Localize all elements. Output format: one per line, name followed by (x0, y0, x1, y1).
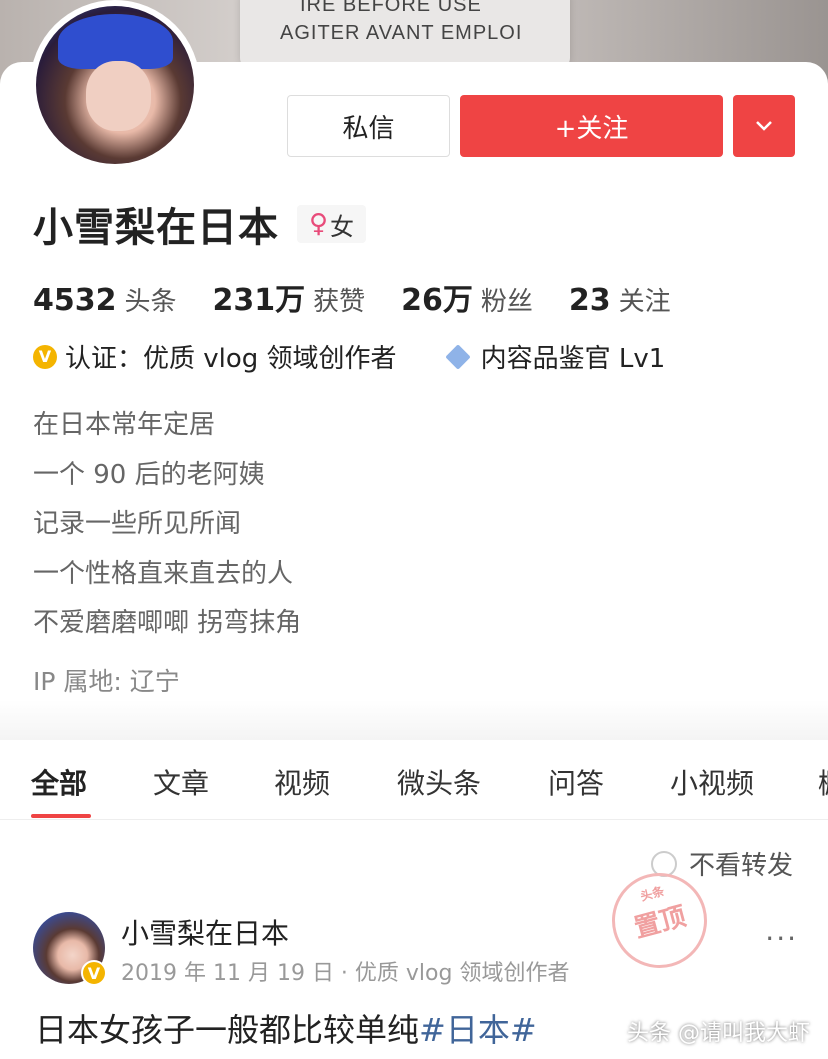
post-more-icon[interactable]: ··· (765, 922, 798, 955)
bio-line: 记录一些所见所闻 (33, 509, 242, 539)
profile-avatar[interactable] (30, 0, 200, 170)
banner-text-line2: AGITER AVANT EMPLOI (280, 22, 523, 44)
chevron-down-icon (756, 121, 772, 131)
stat-followers[interactable]: 26万 粉丝 (401, 275, 533, 319)
stat-following[interactable]: 23 关注 (569, 281, 671, 318)
stat-posts[interactable]: 4532 头条 (33, 281, 177, 318)
stat-label: 头条 (124, 287, 177, 317)
message-button[interactable]: 私信 (287, 95, 450, 157)
profile-bio: 在日本常年定居 一个 90 后的老阿姨 记录一些所见所闻 一个性格直来直去的人 … (33, 405, 301, 653)
stat-label: 粉丝 (480, 287, 533, 317)
ip-location: IP 属地: 辽宁 (33, 667, 180, 696)
tab-short-videos[interactable]: 小视频 (670, 762, 754, 802)
avatar-image (36, 6, 194, 164)
verification-text[interactable]: 认证：优质 vlog 领域创作者 (65, 338, 397, 375)
certifications-row: V 认证：优质 vlog 领域创作者 内容品鉴官 Lv1 (33, 338, 665, 375)
stat-number: 4532 (33, 283, 117, 318)
tab-articles[interactable]: 文章 (153, 762, 209, 802)
verified-icon: V (33, 344, 57, 369)
follow-button[interactable]: +关注 (460, 95, 723, 157)
banner-product-image: IRE BEFORE USE AGITER AVANT EMPLOI (240, 0, 570, 68)
level-text[interactable]: 内容品鉴官 Lv1 (481, 338, 666, 375)
post-author-name[interactable]: 小雪梨在日本 (121, 912, 289, 952)
banner-text-line1: IRE BEFORE USE (300, 0, 482, 16)
avatar-face (86, 61, 151, 131)
section-divider (0, 700, 828, 740)
gender-label: 女 (330, 212, 355, 241)
stat-number: 26万 (401, 283, 473, 318)
female-icon: ♀ (309, 209, 329, 239)
post-meta: 2019 年 11 月 19 日 · 优质 vlog 领域创作者 (121, 961, 570, 986)
active-tab-indicator (31, 814, 91, 818)
tab-videos[interactable]: 视频 (274, 762, 330, 802)
profile-page: IRE BEFORE USE AGITER AVANT EMPLOI 私信 +关… (0, 0, 828, 1059)
stat-likes[interactable]: 231万 获赞 (213, 275, 366, 319)
post-hashtag[interactable]: #日本# (419, 1011, 537, 1049)
stat-label: 获赞 (313, 287, 366, 317)
post-author-avatar[interactable]: V (33, 912, 107, 986)
more-options-button[interactable] (733, 95, 795, 157)
diamond-icon (444, 343, 471, 370)
watermark: 头条 @请叫我大虾 (627, 1021, 810, 1046)
stat-number: 23 (568, 283, 611, 318)
verified-icon: V (81, 960, 107, 986)
bio-line: 一个性格直来直去的人 (33, 558, 294, 589)
profile-name: 小雪梨在日本 (33, 205, 279, 251)
bio-line: 在日本常年定居 (33, 410, 216, 440)
gender-badge: ♀ 女 (297, 205, 367, 243)
profile-stats: 4532 头条 231万 获赞 26万 粉丝 23 关注 (33, 275, 707, 319)
stat-number: 231万 (212, 283, 306, 318)
tab-showcase[interactable]: 橱 (818, 762, 828, 802)
hide-reposts-label: 不看转发 (688, 851, 793, 881)
tab-qa[interactable]: 问答 (548, 762, 604, 802)
tab-all[interactable]: 全部 (31, 762, 87, 802)
bio-line: 一个 90 后的老阿姨 (33, 459, 265, 490)
pinned-stamp-label: 置顶 (631, 901, 690, 945)
stat-label: 关注 (618, 287, 671, 317)
tab-micro-posts[interactable]: 微头条 (397, 762, 481, 802)
profile-name-row: 小雪梨在日本 ♀ 女 (33, 195, 367, 253)
content-tabs: 全部 文章 视频 微头条 问答 小视频 橱 (0, 740, 828, 820)
bio-line: 不爱磨磨唧唧 拐弯抹角 (33, 608, 302, 638)
post-body: 日本女孩子一般都比较单纯 (35, 1011, 420, 1049)
post-text[interactable]: 日本女孩子一般都比较单纯#日本# (35, 1005, 537, 1051)
